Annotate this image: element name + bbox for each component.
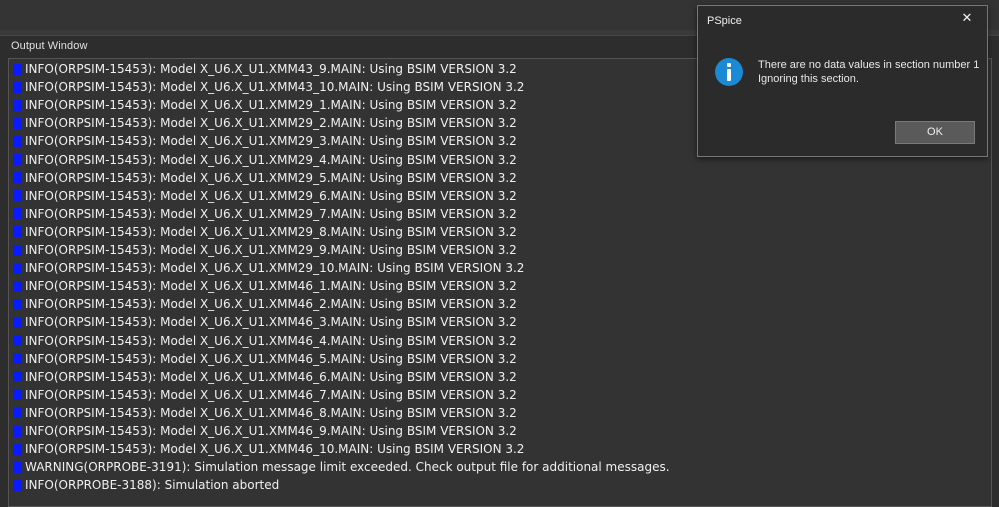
log-line-text: INFO(ORPSIM-15453): Model X_U6.X_U1.XMM2… [25, 188, 517, 203]
dialog-title: PSpice [707, 15, 742, 27]
log-marker-icon [13, 99, 22, 111]
log-line: INFO(ORPSIM-15453): Model X_U6.X_U1.XMM2… [13, 114, 517, 132]
log-line-text: INFO(ORPSIM-15453): Model X_U6.X_U1.XMM2… [25, 243, 517, 257]
log-line-text: INFO(ORPSIM-15453): Model X_U6.X_U1.XMM4… [25, 297, 517, 312]
log-line: INFO(ORPSIM-15453): Model X_U6.X_U1.XMM2… [13, 169, 517, 187]
log-line: INFO(ORPSIM-15453): Model X_U6.X_U1.XMM2… [13, 205, 517, 223]
log-line: INFO(ORPSIM-15453): Model X_U6.X_U1.XMM2… [13, 96, 517, 114]
log-marker-icon [13, 172, 22, 184]
log-line-text: INFO(ORPSIM-15453): Model X_U6.X_U1.XMM2… [25, 261, 525, 276]
log-line-text: WARNING(ORPROBE-3191): Simulation messag… [25, 460, 670, 475]
info-icon [715, 58, 743, 86]
output-window-title: Output Window [11, 40, 88, 52]
dialog-message-line1: There are no data values in section numb… [758, 59, 980, 71]
ok-button[interactable]: OK [895, 121, 975, 144]
log-line: INFO(ORPSIM-15453): Model X_U6.X_U1.XMM4… [13, 368, 517, 386]
log-line: INFO(ORPSIM-15453): Model X_U6.X_U1.XMM4… [13, 60, 517, 78]
log-marker-icon [13, 443, 22, 455]
log-line-text: INFO(ORPSIM-15453): Model X_U6.X_U1.XMM2… [25, 170, 517, 185]
log-line: INFO(ORPSIM-15453): Model X_U6.X_U1.XMM2… [13, 259, 524, 277]
log-marker-icon [13, 244, 22, 256]
log-line: INFO(ORPSIM-15453): Model X_U6.X_U1.XMM4… [13, 350, 517, 368]
log-marker-icon [13, 262, 22, 274]
log-line-text: INFO(ORPSIM-15453): Model X_U6.X_U1.XMM4… [25, 442, 525, 457]
log-line: INFO(ORPSIM-15453): Model X_U6.X_U1.XMM2… [13, 241, 517, 259]
log-line: INFO(ORPSIM-15453): Model X_U6.X_U1.XMM4… [13, 422, 517, 440]
log-line-text: INFO(ORPSIM-15453): Model X_U6.X_U1.XMM2… [25, 152, 517, 167]
log-line: INFO(ORPROBE-3188): Simulation aborted [13, 476, 279, 494]
log-line-text: INFO(ORPSIM-15453): Model X_U6.X_U1.XMM2… [25, 134, 517, 149]
log-marker-icon [13, 135, 22, 147]
log-line: INFO(ORPSIM-15453): Model X_U6.X_U1.XMM4… [13, 295, 517, 313]
log-line-text: INFO(ORPSIM-15453): Model X_U6.X_U1.XMM2… [25, 206, 517, 221]
log-line: INFO(ORPSIM-15453): Model X_U6.X_U1.XMM4… [13, 332, 517, 350]
log-line-text: INFO(ORPSIM-15453): Model X_U6.X_U1.XMM2… [25, 98, 517, 113]
log-line-text: INFO(ORPSIM-15453): Model X_U6.X_U1.XMM4… [25, 424, 517, 438]
log-line-text: INFO(ORPSIM-15453): Model X_U6.X_U1.XMM4… [25, 279, 517, 294]
log-line-text: INFO(ORPSIM-15453): Model X_U6.X_U1.XMM4… [25, 387, 517, 402]
log-line: INFO(ORPSIM-15453): Model X_U6.X_U1.XMM4… [13, 404, 517, 422]
log-marker-icon [13, 298, 22, 310]
log-line: INFO(ORPSIM-15453): Model X_U6.X_U1.XMM4… [13, 386, 517, 404]
log-line: INFO(ORPSIM-15453): Model X_U6.X_U1.XMM2… [13, 223, 517, 241]
log-marker-icon [13, 226, 22, 238]
log-line-text: INFO(ORPSIM-15453): Model X_U6.X_U1.XMM4… [25, 80, 525, 95]
log-line: INFO(ORPSIM-15453): Model X_U6.X_U1.XMM4… [13, 277, 517, 295]
close-icon[interactable]: ✕ [959, 10, 975, 28]
log-marker-icon [13, 154, 22, 165]
log-marker-icon [13, 425, 22, 437]
log-marker-icon [13, 461, 22, 473]
log-line-text: INFO(ORPSIM-15453): Model X_U6.X_U1.XMM4… [25, 62, 517, 76]
log-line: INFO(ORPSIM-15453): Model X_U6.X_U1.XMM4… [13, 313, 517, 331]
log-marker-icon [13, 371, 22, 383]
dialog-message-line2: Ignoring this section. [758, 73, 859, 85]
log-line-text: INFO(ORPSIM-15453): Model X_U6.X_U1.XMM2… [25, 224, 517, 239]
log-line-text: INFO(ORPROBE-3188): Simulation aborted [25, 478, 280, 493]
log-marker-icon [13, 316, 22, 328]
log-line-text: INFO(ORPSIM-15453): Model X_U6.X_U1.XMM4… [25, 351, 517, 366]
log-marker-icon [13, 407, 22, 419]
log-marker-icon [13, 280, 22, 292]
log-line-text: INFO(ORPSIM-15453): Model X_U6.X_U1.XMM4… [25, 369, 517, 384]
log-marker-icon [13, 81, 22, 93]
log-line-text: INFO(ORPSIM-15453): Model X_U6.X_U1.XMM2… [25, 116, 517, 131]
log-marker-icon [13, 479, 22, 491]
log-marker-icon [13, 335, 22, 346]
log-marker-icon [13, 389, 22, 401]
pspice-message-dialog: PSpice ✕ There are no data values in sec… [697, 5, 988, 157]
log-marker-icon [13, 117, 22, 129]
log-marker-icon [13, 353, 22, 365]
log-marker-icon [13, 208, 22, 220]
log-line-text: INFO(ORPSIM-15453): Model X_U6.X_U1.XMM4… [25, 405, 517, 420]
log-line: INFO(ORPSIM-15453): Model X_U6.X_U1.XMM2… [13, 187, 517, 205]
log-line: INFO(ORPSIM-15453): Model X_U6.X_U1.XMM2… [13, 151, 517, 169]
log-line: INFO(ORPSIM-15453): Model X_U6.X_U1.XMM2… [13, 132, 517, 150]
log-line-text: INFO(ORPSIM-15453): Model X_U6.X_U1.XMM4… [25, 315, 517, 330]
log-marker-icon [13, 190, 22, 202]
log-line: INFO(ORPSIM-15453): Model X_U6.X_U1.XMM4… [13, 440, 524, 458]
log-line: WARNING(ORPROBE-3191): Simulation messag… [13, 458, 670, 476]
log-line: INFO(ORPSIM-15453): Model X_U6.X_U1.XMM4… [13, 78, 524, 96]
log-marker-icon [13, 63, 22, 75]
log-line-text: INFO(ORPSIM-15453): Model X_U6.X_U1.XMM4… [25, 333, 517, 348]
